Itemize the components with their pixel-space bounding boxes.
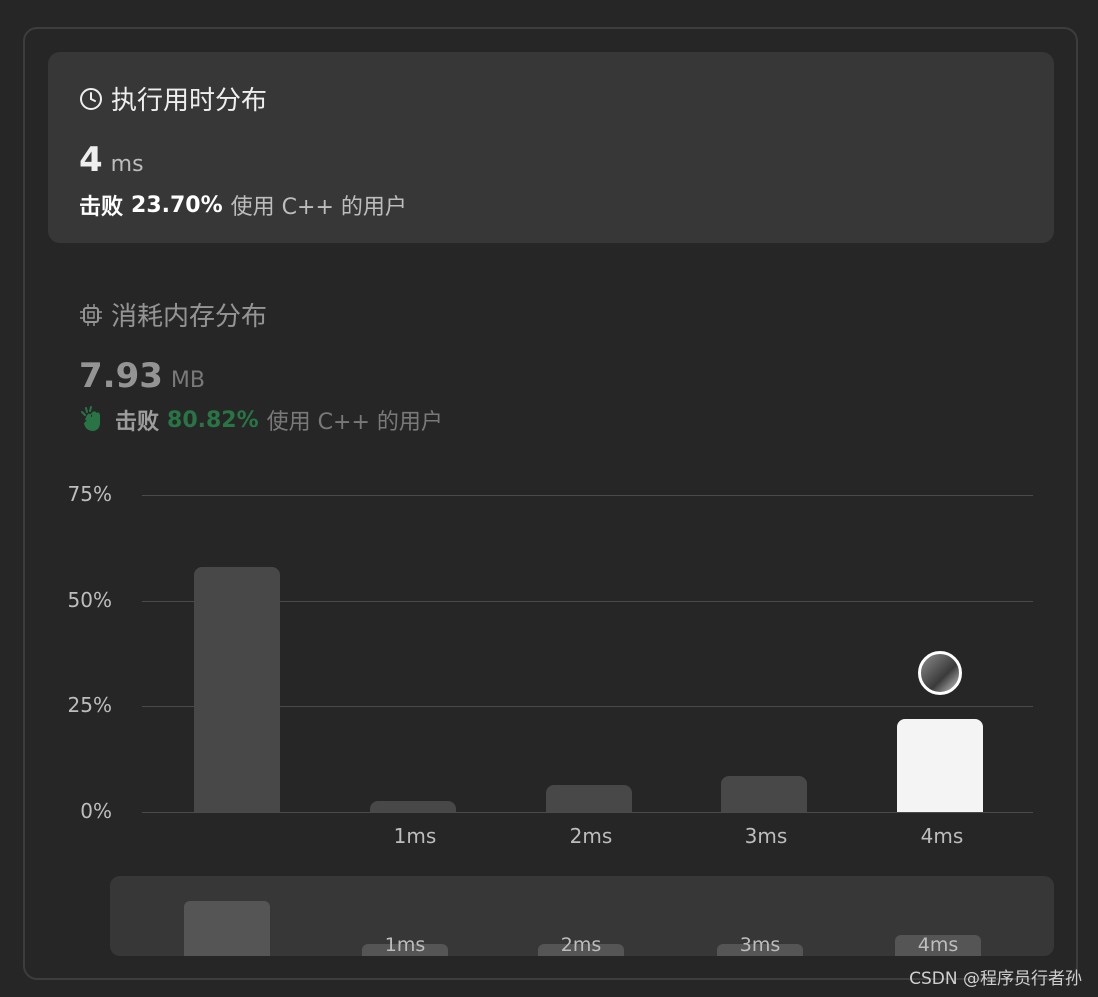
runtime-metric: 4 ms	[79, 140, 144, 180]
clap-icon	[81, 406, 100, 431]
memory-unit: MB	[170, 368, 205, 393]
memory-beat: 击败 80.82% 使用 C++ 的用户	[79, 404, 443, 436]
x-tick-label: 4ms	[920, 824, 964, 848]
bar[interactable]	[194, 566, 280, 812]
memory-beat-percent: 80.82%	[167, 407, 259, 433]
bar-current[interactable]	[897, 719, 983, 812]
runtime-distribution-chart: 75% 50% 25% 0% 1ms 2ms 3ms 4ms	[0, 470, 1098, 870]
bar[interactable]	[370, 801, 456, 812]
memory-metric: 7.93 MB	[79, 356, 205, 396]
minimap-label: 1ms	[384, 934, 426, 956]
memory-section[interactable]: 消耗内存分布 7.93 MB 击败 80.82% 使用 C++ 的用户	[48, 290, 1054, 450]
memory-beat-label: 击败	[115, 410, 160, 435]
user-avatar	[918, 651, 962, 695]
chart-range-minimap[interactable]: 1ms 2ms 3ms 4ms	[110, 876, 1054, 956]
x-tick-label: 2ms	[569, 824, 613, 848]
minimap-label: 2ms	[560, 934, 602, 956]
minimap-label: 4ms	[917, 934, 959, 956]
y-tick-label: 50%	[67, 587, 112, 612]
memory-title-row: 消耗内存分布	[79, 296, 267, 333]
runtime-title-row: 执行用时分布	[79, 80, 267, 117]
x-tick-label: 3ms	[744, 824, 788, 848]
bar[interactable]	[721, 776, 807, 812]
bar[interactable]	[546, 784, 632, 812]
memory-value: 7.93	[79, 356, 163, 396]
runtime-beat-suffix: 使用 C++ 的用户	[230, 195, 407, 220]
runtime-beat: 击败 23.70% 使用 C++ 的用户	[79, 189, 407, 221]
chip-icon	[80, 303, 102, 326]
runtime-beat-percent: 23.70%	[131, 192, 223, 218]
minimap-label: 3ms	[739, 934, 781, 956]
runtime-unit: ms	[110, 152, 144, 177]
y-tick-label: 0%	[80, 799, 112, 823]
clock-icon	[80, 87, 102, 110]
minimap-bar	[184, 900, 270, 956]
gridline	[142, 495, 1033, 496]
y-tick-label: 75%	[67, 482, 112, 506]
runtime-value: 4	[79, 140, 103, 180]
memory-beat-suffix: 使用 C++ 的用户	[266, 410, 443, 435]
watermark: CSDN @程序员行者孙	[909, 969, 1082, 989]
memory-title: 消耗内存分布	[111, 302, 268, 332]
x-tick-label: 1ms	[393, 824, 437, 848]
gridline	[142, 812, 1033, 813]
runtime-title: 执行用时分布	[111, 86, 268, 116]
runtime-beat-label: 击败	[79, 195, 124, 220]
y-tick-label: 25%	[67, 693, 112, 718]
runtime-card[interactable]: 执行用时分布 4 ms 击败 23.70% 使用 C++ 的用户	[48, 52, 1054, 243]
